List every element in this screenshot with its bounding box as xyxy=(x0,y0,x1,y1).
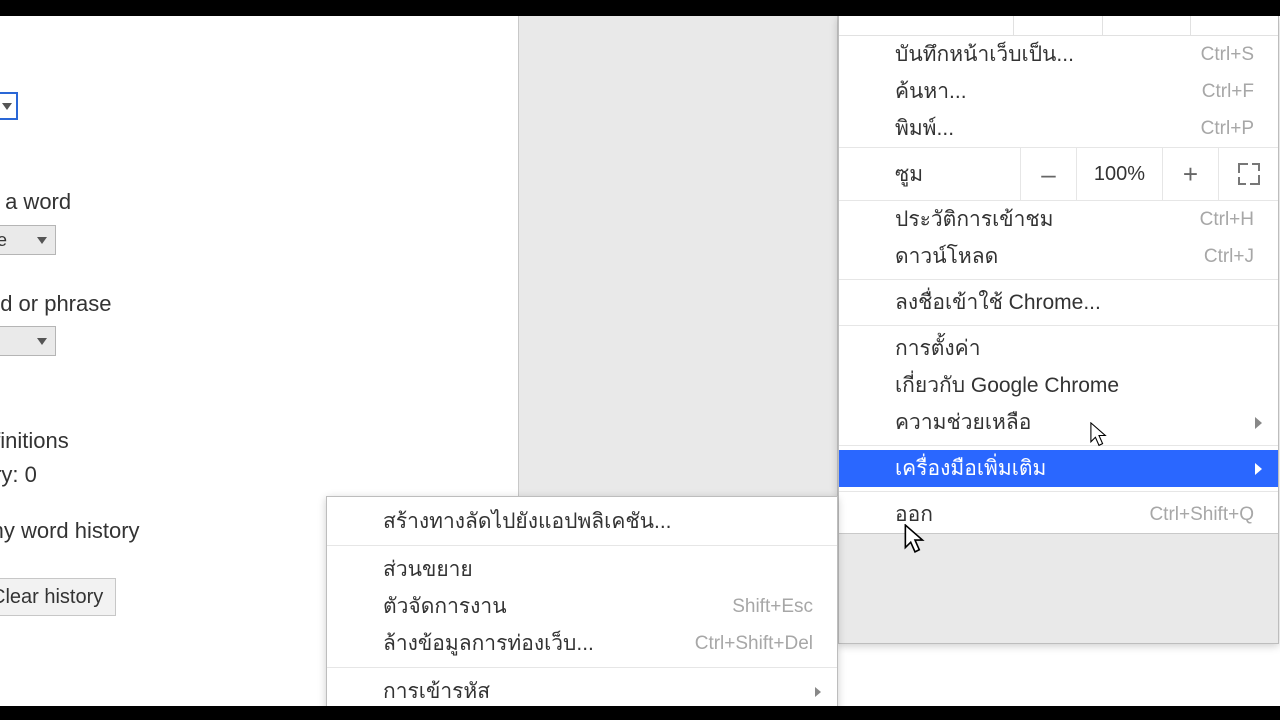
letterbox-bottom xyxy=(0,706,1280,720)
menu-shortcut: Ctrl+F xyxy=(1202,81,1254,103)
menu-item-label: การเข้ารหัส xyxy=(383,675,490,708)
menu-shortcut: Ctrl+S xyxy=(1201,44,1254,66)
menu-save-as[interactable]: บันทึกหน้าเว็บเป็น... Ctrl+S xyxy=(839,36,1278,73)
submenu-task-manager[interactable]: ตัวจัดการงาน Shift+Esc xyxy=(327,588,837,625)
menu-separator xyxy=(327,667,837,668)
more-tools-submenu: สร้างทางลัดไปยังแอปพลิเคชัน... ส่วนขยาย … xyxy=(326,496,838,719)
menu-help[interactable]: ความช่วยเหลือ xyxy=(839,404,1278,441)
menu-separator xyxy=(839,279,1278,280)
chrome-main-menu: บันทึกหน้าเว็บเป็น... Ctrl+S ค้นหา... Ct… xyxy=(838,16,1279,644)
menu-item-label: ดาวน์โหลด xyxy=(895,240,998,273)
select-value: ne xyxy=(0,230,7,251)
chevron-down-icon xyxy=(37,338,47,345)
menu-shortcut: Ctrl+Shift+Q xyxy=(1149,504,1254,526)
double-click-select[interactable]: ne xyxy=(0,225,56,255)
menu-item-label: การตั้งค่า xyxy=(895,332,981,365)
menu-item-label: ส่วนขยาย xyxy=(383,553,473,586)
menu-zoom-row: ซูม – 100% + xyxy=(839,147,1278,201)
top-cell[interactable] xyxy=(1102,16,1190,35)
zoom-percent: 100% xyxy=(1076,148,1162,200)
menu-find[interactable]: ค้นหา... Ctrl+F xyxy=(839,73,1278,110)
history-permission-text: ons to retrieve my word history xyxy=(0,518,140,544)
menu-separator xyxy=(839,325,1278,326)
menu-item-label: สร้างทางลัดไปยังแอปพลิเคชัน... xyxy=(383,505,672,538)
menu-item-label: ลงชื่อเข้าใช้ Chrome... xyxy=(895,286,1101,319)
letterbox-top xyxy=(0,0,1280,16)
menu-shortcut: Shift+Esc xyxy=(732,596,813,618)
menu-item-label: บันทึกหน้าเว็บเป็น... xyxy=(895,38,1074,71)
definitions-text: up, including definitions s stored in hi… xyxy=(0,424,69,492)
menu-item-label: ความช่วยเหลือ xyxy=(895,406,1031,439)
menu-footer-blank xyxy=(839,533,1278,643)
chevron-down-icon xyxy=(37,237,47,244)
menu-shortcut: Ctrl+P xyxy=(1201,118,1254,140)
select-word-label: en I select a word or phrase xyxy=(0,291,111,317)
zoom-in-button[interactable]: + xyxy=(1162,148,1218,200)
top-cell[interactable] xyxy=(1190,16,1278,35)
menu-more-tools[interactable]: เครื่องมือเพิ่มเติม xyxy=(839,450,1278,487)
fullscreen-icon xyxy=(1238,163,1260,185)
menu-downloads[interactable]: ดาวน์โหลด Ctrl+J xyxy=(839,238,1278,275)
definitions-line2: s stored in history: 0 xyxy=(0,462,37,487)
submenu-clear-browsing-data[interactable]: ล้างข้อมูลการท่องเว็บ... Ctrl+Shift+Del xyxy=(327,625,837,662)
small-dropdown[interactable] xyxy=(0,92,18,120)
menu-item-label: ค้นหา... xyxy=(895,75,967,108)
menu-settings[interactable]: การตั้งค่า xyxy=(839,330,1278,367)
menu-history[interactable]: ประวัติการเข้าชม Ctrl+H xyxy=(839,201,1278,238)
clear-history-label: Clear history xyxy=(0,586,103,609)
menu-exit[interactable]: ออก Ctrl+Shift+Q xyxy=(839,496,1278,533)
definitions-line1: up, including definitions xyxy=(0,428,69,453)
double-click-label: en I double-click a word xyxy=(0,189,71,215)
top-cell[interactable] xyxy=(1013,16,1101,35)
menu-separator xyxy=(839,445,1278,446)
menu-signin[interactable]: ลงชื่อเข้าใช้ Chrome... xyxy=(839,284,1278,321)
menu-item-label: เครื่องมือเพิ่มเติม xyxy=(895,452,1046,485)
menu-item-label: ตัวจัดการงาน xyxy=(383,590,507,623)
submenu-extensions[interactable]: ส่วนขยาย xyxy=(327,551,837,588)
select-word-select[interactable]: l xyxy=(0,326,56,356)
menu-about[interactable]: เกี่ยวกับ Google Chrome xyxy=(839,367,1278,404)
fullscreen-button[interactable] xyxy=(1218,148,1278,200)
menu-separator xyxy=(839,491,1278,492)
menu-shortcut: Ctrl+H xyxy=(1200,209,1254,231)
menu-item-label: ประวัติการเข้าชม xyxy=(895,203,1054,236)
zoom-out-button[interactable]: – xyxy=(1020,148,1076,200)
chevron-down-icon xyxy=(2,103,12,110)
menu-item-label: พิมพ์... xyxy=(895,112,954,145)
submenu-create-shortcut[interactable]: สร้างทางลัดไปยังแอปพลิเคชัน... xyxy=(327,503,837,540)
menu-separator xyxy=(327,545,837,546)
menu-shortcut: Ctrl+Shift+Del xyxy=(695,633,813,655)
zoom-label: ซูม xyxy=(839,148,1020,200)
menu-item-label: ออก xyxy=(895,498,933,531)
top-cell[interactable] xyxy=(839,16,1013,35)
menu-item-label: ล้างข้อมูลการท่องเว็บ... xyxy=(383,627,594,660)
clear-history-button[interactable]: Clear history xyxy=(0,578,116,616)
submenu-encoding[interactable]: การเข้ารหัส xyxy=(327,673,837,710)
menu-item-label: เกี่ยวกับ Google Chrome xyxy=(895,369,1119,402)
menu-shortcut: Ctrl+J xyxy=(1204,246,1254,268)
menu-top-row xyxy=(839,16,1278,36)
menu-print[interactable]: พิมพ์... Ctrl+P xyxy=(839,110,1278,147)
